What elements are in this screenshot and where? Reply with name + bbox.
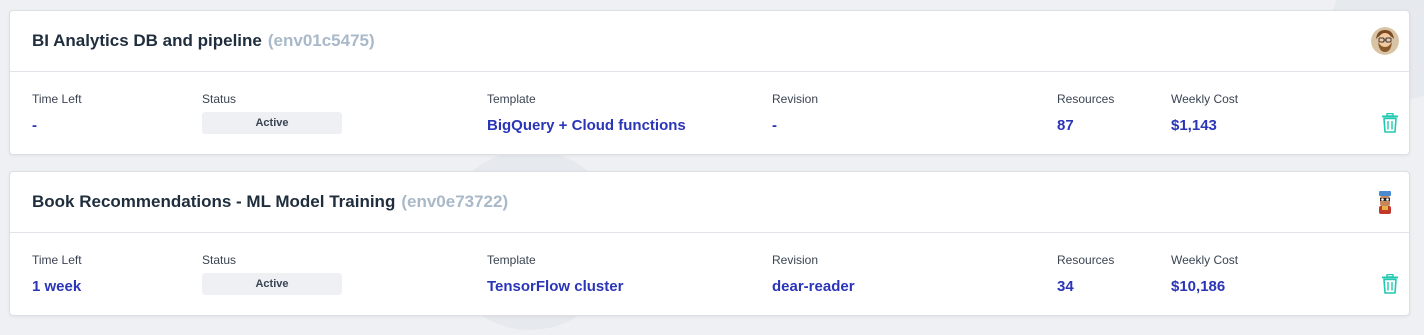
template-label: Template [487, 92, 536, 106]
time-left-column: Time Left 1 week [32, 253, 82, 295]
status-column: Status Active [202, 253, 342, 295]
user-avatar[interactable] [1371, 27, 1399, 55]
status-label: Status [202, 92, 237, 106]
revision-label: Revision [772, 253, 819, 267]
environment-id: (env01c5475) [267, 31, 375, 50]
weekly-cost-column: Weekly Cost $10,186 [1171, 253, 1238, 295]
status-badge: Active [202, 112, 342, 134]
time-left-column: Time Left - [32, 92, 82, 134]
weekly-cost-label: Weekly Cost [1171, 92, 1239, 106]
cartoon-character-avatar-icon [1371, 188, 1399, 216]
weekly-cost-column: Weekly Cost $1,143 [1171, 92, 1238, 134]
environment-name[interactable]: BI Analytics DB and pipeline [32, 31, 262, 50]
resources-column: Resources 34 [1057, 253, 1114, 295]
environment-title[interactable]: Book Recommendations - ML Model Training… [32, 192, 508, 212]
revision-column: Revision - [772, 92, 818, 134]
template-label: Template [487, 253, 536, 267]
weekly-cost-label: Weekly Cost [1171, 253, 1239, 267]
time-left-label: Time Left [32, 92, 82, 106]
environment-card[interactable]: Book Recommendations - ML Model Training… [9, 171, 1410, 316]
environment-id: (env0e73722) [401, 192, 509, 211]
user-avatar[interactable] [1371, 188, 1399, 216]
weekly-cost-value[interactable]: $1,143 [1171, 117, 1238, 134]
status-column: Status Active [202, 92, 342, 134]
environment-card[interactable]: BI Analytics DB and pipeline (env01c5475)… [9, 10, 1410, 155]
time-left-value[interactable]: 1 week [32, 278, 82, 295]
revision-value[interactable]: - [772, 117, 818, 134]
card-header: Book Recommendations - ML Model Training… [10, 172, 1409, 233]
template-column: Template BigQuery + Cloud functions [487, 92, 686, 134]
template-column: Template TensorFlow cluster [487, 253, 623, 295]
template-link[interactable]: BigQuery + Cloud functions [487, 117, 686, 134]
resources-value[interactable]: 34 [1057, 278, 1114, 295]
card-header: BI Analytics DB and pipeline (env01c5475) [10, 11, 1409, 72]
time-left-value[interactable]: - [32, 117, 82, 134]
trash-icon[interactable] [1381, 274, 1399, 294]
weekly-cost-value[interactable]: $10,186 [1171, 278, 1238, 295]
trash-icon[interactable] [1381, 113, 1399, 133]
time-left-label: Time Left [32, 253, 82, 267]
bearded-man-avatar-icon [1371, 27, 1399, 55]
revision-column: Revision dear-reader [772, 253, 855, 295]
resources-column: Resources 87 [1057, 92, 1114, 134]
resources-value[interactable]: 87 [1057, 117, 1114, 134]
revision-value[interactable]: dear-reader [772, 278, 855, 295]
environment-name[interactable]: Book Recommendations - ML Model Training [32, 192, 395, 211]
card-body: Time Left 1 week Status Active Template … [10, 233, 1409, 315]
resources-label: Resources [1057, 253, 1115, 267]
status-label: Status [202, 253, 237, 267]
template-link[interactable]: TensorFlow cluster [487, 278, 623, 295]
card-body: Time Left - Status Active Template BigQu… [10, 72, 1409, 154]
resources-label: Resources [1057, 92, 1115, 106]
revision-label: Revision [772, 92, 819, 106]
environment-title[interactable]: BI Analytics DB and pipeline (env01c5475) [32, 31, 375, 51]
status-badge: Active [202, 273, 342, 295]
